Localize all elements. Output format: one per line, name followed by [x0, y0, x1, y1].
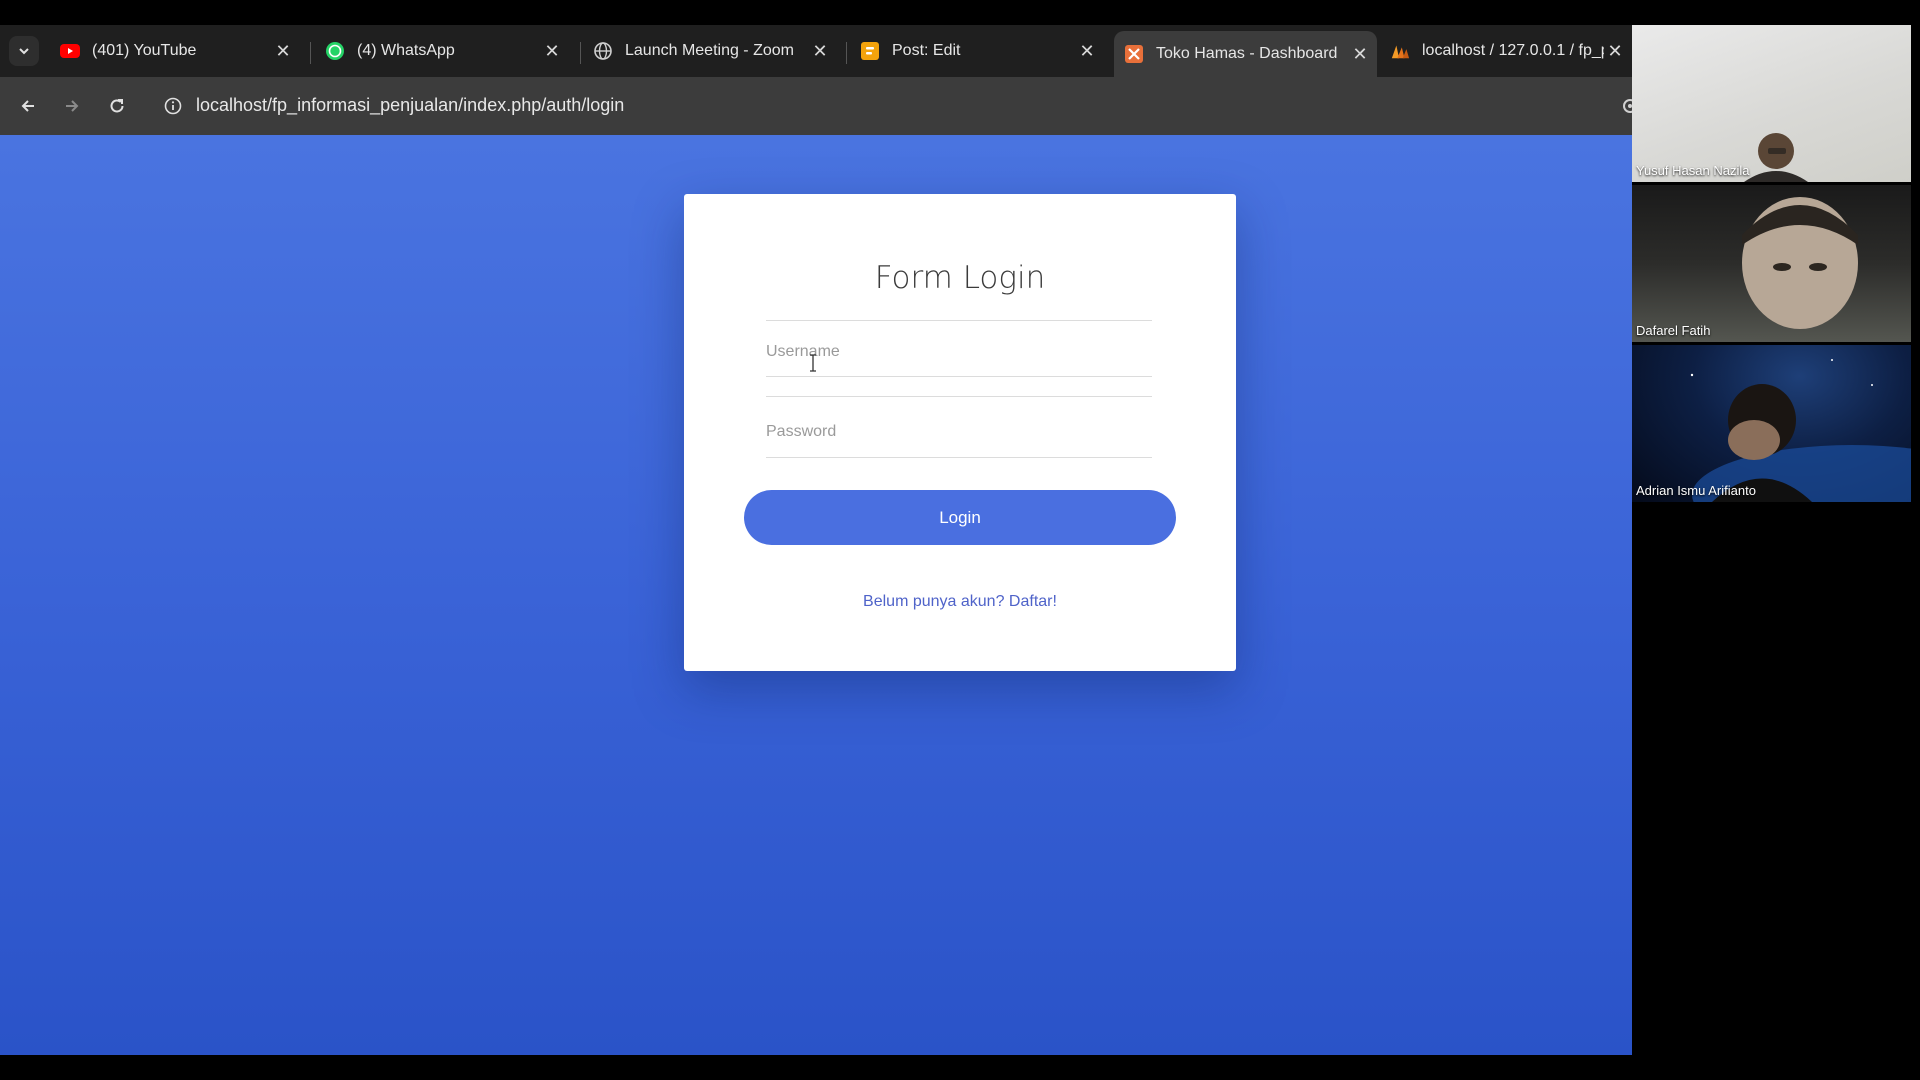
reload-button[interactable]: [102, 91, 132, 121]
site-logo-icon: [1124, 44, 1144, 64]
tab-strip: (401) YouTube ✕ (4) WhatsApp ✕ Launch Me…: [0, 25, 1632, 77]
participant-name: Dafarel Fatih: [1636, 323, 1711, 338]
tab-title: Post: Edit: [892, 42, 961, 59]
close-icon[interactable]: ✕: [1604, 41, 1626, 62]
meeting-participants-panel: Yusuf Hasan Nazila Dafarel Fatih Adrian …: [1632, 25, 1920, 1055]
tab-divider: [310, 42, 311, 64]
tab-title: localhost / 127.0.0.1 / fp_p: [1422, 42, 1604, 59]
tab-zoom[interactable]: Launch Meeting - Zoom ✕: [583, 31, 837, 71]
tab-blogger[interactable]: Post: Edit ✕: [850, 31, 1104, 71]
page-content: Form Login Login Belum punya akun? Dafta…: [0, 135, 1632, 1055]
whatsapp-icon: [325, 41, 345, 61]
username-input[interactable]: [766, 328, 1152, 376]
tab-whatsapp[interactable]: (4) WhatsApp ✕: [315, 31, 569, 71]
info-icon: [164, 97, 182, 115]
tab-title: (401) YouTube: [92, 42, 197, 59]
globe-icon: [593, 41, 613, 61]
back-button[interactable]: [13, 91, 43, 121]
participant-name: Yusuf Hasan Nazila: [1636, 163, 1750, 178]
tab-search-button[interactable]: [9, 36, 39, 66]
forward-button[interactable]: [57, 91, 87, 121]
blogger-icon: [860, 41, 880, 61]
divider: [766, 396, 1152, 397]
tab-toko-hamas[interactable]: Toko Hamas - Dashboard ✕: [1114, 31, 1377, 77]
address-bar[interactable]: localhost/fp_informasi_penjualan/index.p…: [196, 95, 624, 116]
participant-video[interactable]: Dafarel Fatih: [1632, 185, 1911, 342]
close-icon[interactable]: ✕: [272, 41, 294, 62]
participant-figure: [1744, 133, 1808, 182]
divider: [766, 376, 1152, 377]
extension-icon[interactable]: [1620, 96, 1632, 116]
screen: (401) YouTube ✕ (4) WhatsApp ✕ Launch Me…: [0, 0, 1920, 1080]
page-title: Form Login: [874, 260, 1046, 296]
register-link[interactable]: Belum punya akun? Daftar!: [684, 593, 1236, 611]
arrow-left-icon: [21, 100, 34, 112]
tab-title: Launch Meeting - Zoom: [625, 42, 794, 59]
participant-name: Adrian Ismu Arifianto: [1636, 483, 1756, 498]
bottom-bar: [0, 1055, 1920, 1080]
participant-figure: [1690, 359, 1911, 502]
site-info-button[interactable]: [158, 91, 188, 121]
reload-icon: [110, 99, 124, 113]
divider: [766, 457, 1152, 458]
tab-phpmyadmin[interactable]: localhost / 127.0.0.1 / fp_p ✕: [1380, 31, 1632, 71]
login-button[interactable]: Login: [744, 490, 1176, 545]
tab-title: Toko Hamas - Dashboard: [1156, 45, 1338, 62]
tab-title: (4) WhatsApp: [357, 42, 455, 59]
login-card: Form Login Login Belum punya akun? Dafta…: [684, 194, 1236, 671]
close-icon[interactable]: ✕: [1349, 44, 1371, 65]
youtube-icon: [60, 41, 80, 61]
browser-toolbar: localhost/fp_informasi_penjualan/index.p…: [0, 77, 1632, 135]
close-icon[interactable]: ✕: [1076, 41, 1098, 62]
arrow-right-icon: [66, 100, 79, 112]
participant-video[interactable]: Adrian Ismu Arifianto: [1632, 345, 1911, 502]
tab-divider: [580, 42, 581, 64]
participant-figure: [1742, 197, 1858, 329]
tab-youtube[interactable]: (401) YouTube ✕: [50, 31, 300, 71]
close-icon[interactable]: ✕: [809, 41, 831, 62]
tab-divider: [846, 42, 847, 64]
phpmyadmin-icon: [1390, 41, 1410, 61]
close-icon[interactable]: ✕: [541, 41, 563, 62]
chevron-down-icon: [19, 48, 29, 55]
text-cursor-icon: [810, 354, 816, 372]
participant-video[interactable]: Yusuf Hasan Nazila: [1632, 25, 1911, 182]
password-input[interactable]: [766, 408, 1152, 456]
divider: [766, 320, 1152, 321]
